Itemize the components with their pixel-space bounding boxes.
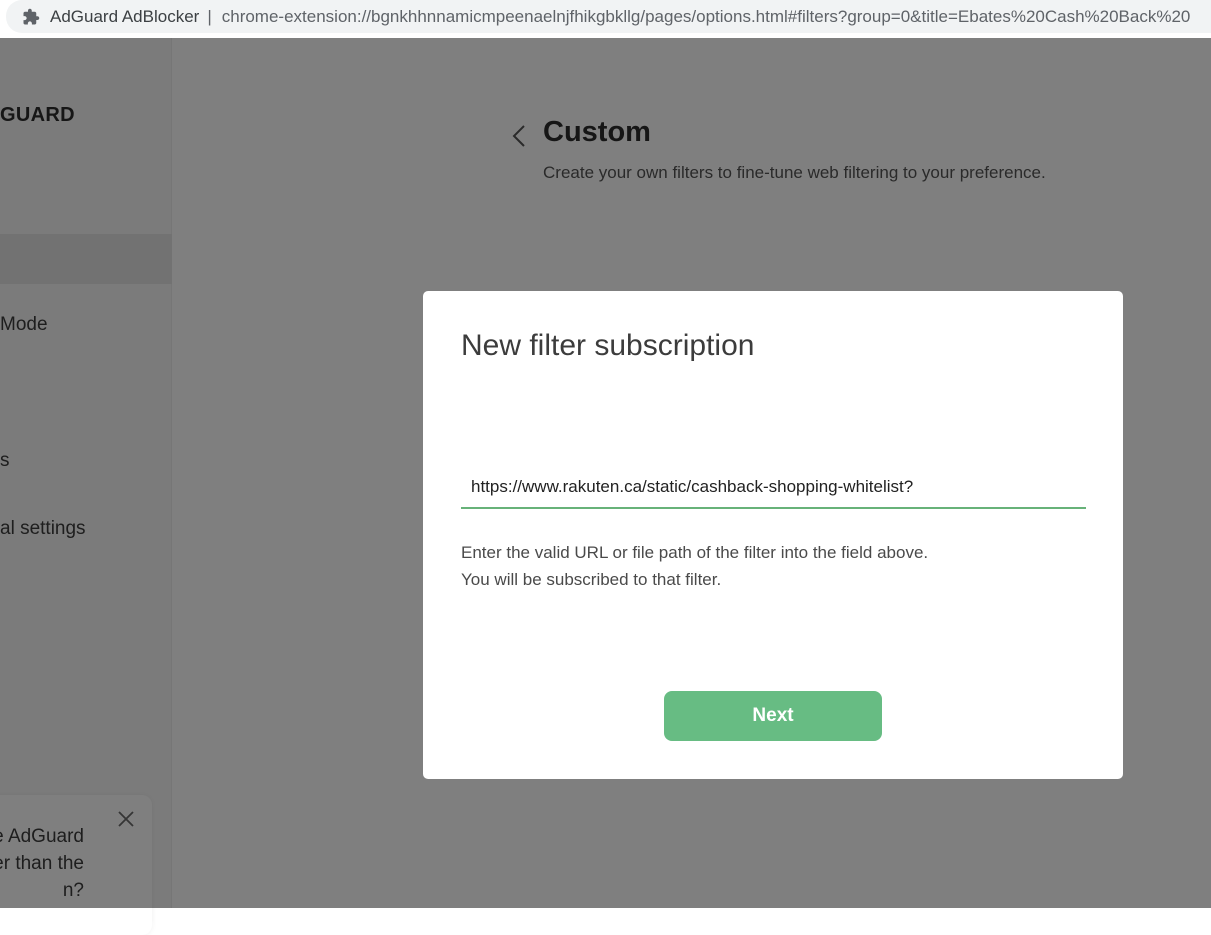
url-input-container [461,467,1086,509]
extension-name: AdGuard AdBlocker [50,6,200,26]
hint-line-1: Enter the valid URL or file path of the … [461,543,929,562]
extension-puzzle-icon [23,8,40,24]
browser-address-bar: AdGuard AdBlocker | chrome-extension://b… [0,0,1211,38]
dialog-hint: Enter the valid URL or file path of the … [461,539,928,593]
dialog-title: New filter subscription [461,329,755,362]
page-url[interactable]: chrome-extension://bgnkhhnnamicmpeenaeln… [222,7,1191,27]
url-separator: | [207,6,212,26]
next-button[interactable]: Next [664,691,882,741]
filter-url-input[interactable] [461,467,1086,507]
hint-line-2: You will be subscribed to that filter. [461,570,722,589]
new-filter-subscription-dialog: New filter subscription Enter the valid … [423,291,1123,779]
omnibox[interactable]: AdGuard AdBlocker | chrome-extension://b… [6,0,1211,33]
